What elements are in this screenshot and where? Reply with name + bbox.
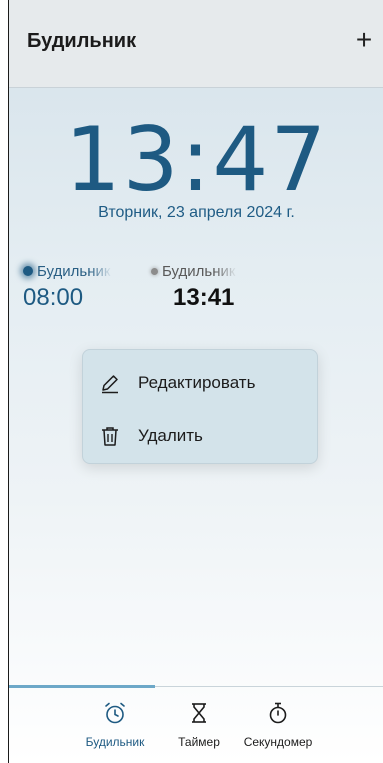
plus-icon: + [355,24,373,55]
alarm-name: Будильник [37,262,111,280]
current-time: 13:47 [64,108,329,211]
tab-stopwatch-label: Секундомер [243,735,313,749]
context-menu: Редактировать Удалить [82,349,318,464]
alarm-item[interactable]: Будильник 13:41 [151,262,237,312]
tab-timer[interactable]: Таймер [169,701,229,749]
tab-timer-label: Таймер [178,735,220,749]
tab-selection-indicator [9,685,155,688]
add-alarm-button[interactable]: + [350,26,378,54]
stopwatch-icon [266,701,290,725]
alarm-time: 08:00 [23,284,84,311]
hourglass-icon [187,701,211,725]
alarm-clock-icon [103,701,127,725]
alarm-inactive-indicator-icon [151,267,158,275]
alarm-app-screen: Будильник + 13:47 Вторник, 23 апреля 202… [8,0,383,763]
pencil-icon [99,372,121,394]
delete-menu-item[interactable]: Удалить [99,422,203,450]
alarm-active-indicator-icon [23,266,33,276]
alarm-item[interactable]: Будильник 08:00 [23,262,112,312]
tab-alarm[interactable]: Будильник [79,701,151,749]
alarm-time: 13:41 [173,284,235,311]
edit-menu-item[interactable]: Редактировать [99,369,255,397]
app-header: Будильник + [9,0,383,88]
edit-label: Редактировать [138,373,256,392]
current-date: Вторник, 23 апреля 2024 г. [98,204,295,221]
trash-icon [99,425,121,447]
delete-label: Удалить [138,426,203,445]
alarm-name: Будильник [162,262,236,280]
tab-stopwatch[interactable]: Секундомер [237,701,319,749]
tab-alarm-label: Будильник [85,735,145,749]
bottom-tab-bar: Будильник Таймер Секундомер [9,685,383,763]
page-title: Будильник [27,30,137,52]
